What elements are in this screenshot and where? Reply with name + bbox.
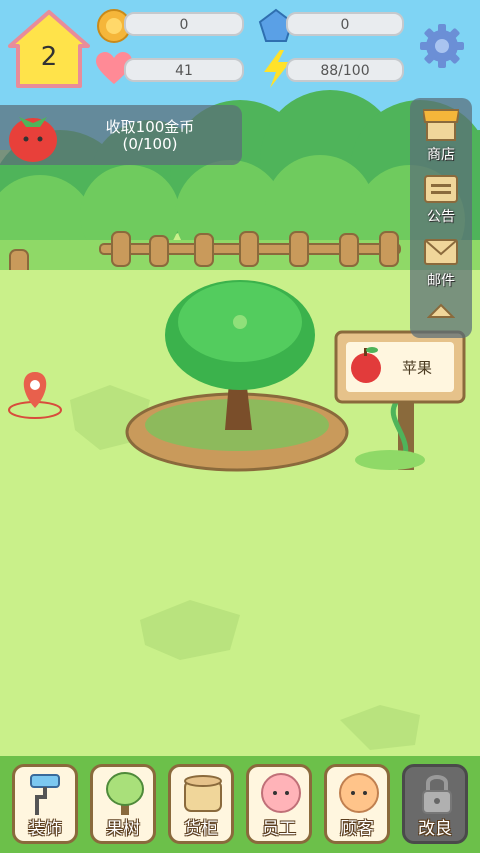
notice-button[interactable]: 公告 — [410, 168, 472, 228]
tab-fruit-tree-label: 果树 — [106, 819, 140, 839]
shop-button[interactable]: 商店 — [410, 106, 472, 166]
mail-label: 邮件 — [427, 273, 455, 289]
quest-title: 收取100金币 — [105, 118, 195, 136]
gear-icon[interactable] — [418, 22, 466, 70]
tab-decor[interactable]: 装饰 — [12, 764, 78, 844]
hearts-bar: 41 — [124, 58, 244, 82]
notice-label: 公告 — [427, 209, 455, 225]
tab-fruit-tree[interactable]: 果树 — [90, 764, 156, 844]
energy-bar: 88/100 — [286, 58, 404, 82]
tab-staff-label: 员工 — [262, 819, 296, 839]
customer-icon — [339, 773, 379, 813]
game-scene: 2 0 0 41 88/100 收取100金币 (0/100) 商店 公告 邮件… — [0, 0, 480, 853]
level-number: 2 — [40, 42, 58, 72]
tab-shelf-label: 货柜 — [184, 819, 218, 839]
hearts-value: 41 — [175, 63, 193, 79]
quest-panel[interactable]: 收取100金币 (0/100) — [0, 105, 242, 165]
energy-value: 88/100 — [320, 63, 370, 79]
tab-shelf[interactable]: 货柜 — [168, 764, 234, 844]
tab-customer-label: 顾客 — [340, 819, 374, 839]
chevron-up-icon[interactable] — [427, 303, 455, 319]
shop-icon — [423, 109, 459, 141]
gems-bar: 0 — [286, 12, 404, 36]
quest-progress: (0/100) — [122, 135, 178, 153]
tree-icon — [106, 772, 144, 815]
fruit-sign-label: 苹果 — [402, 359, 433, 377]
basket-icon — [184, 775, 222, 812]
notice-icon — [424, 175, 458, 203]
tab-customer[interactable]: 顾客 — [324, 764, 390, 844]
coins-value: 0 — [179, 17, 189, 33]
staff-icon — [261, 773, 301, 813]
tab-staff[interactable]: 员工 — [246, 764, 312, 844]
mail-button[interactable]: 邮件 — [410, 232, 472, 292]
side-menu: 商店 公告 邮件 — [410, 98, 472, 338]
tab-upgrade-label: 改良 — [418, 819, 452, 839]
coins-bar: 0 — [124, 12, 244, 36]
tab-decor-label: 装饰 — [28, 819, 62, 839]
level-badge[interactable]: 2 — [8, 8, 90, 90]
mail-icon — [424, 239, 458, 265]
paint-roller-icon — [30, 774, 60, 815]
lock-icon — [422, 775, 452, 814]
tab-upgrade[interactable]: 改良 — [402, 764, 468, 844]
strawberry-icon — [9, 117, 57, 162]
gems-value: 0 — [340, 17, 350, 33]
shop-label: 商店 — [427, 147, 455, 163]
